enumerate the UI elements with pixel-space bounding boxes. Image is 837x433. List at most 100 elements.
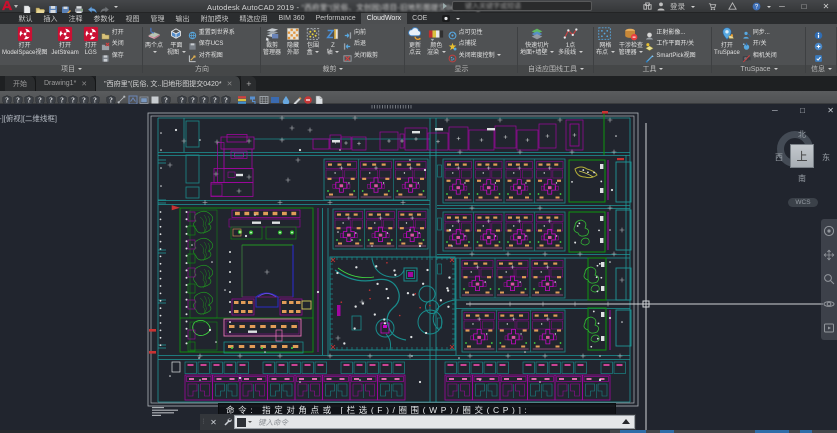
ribbon-button-正射影像...[interactable]: 正射影像... (645, 26, 695, 37)
panel-label-显示[interactable]: 显示 (405, 65, 518, 75)
file-tab-active[interactable]: "西府里"(民俗, 文..旧地形图提交0420*✕ (96, 76, 241, 91)
toolbar-qm-button-15[interactable]: ? (161, 92, 171, 102)
file-tab-开始[interactable]: 开始 (5, 76, 36, 91)
ribbon-button-包围盒[interactable]: 包围盒 (303, 24, 323, 58)
toolbar-t-paint-button-24[interactable] (248, 92, 258, 102)
toolbar-t-dim-button-11[interactable] (117, 92, 127, 102)
search-binoculars-icon[interactable] (643, 2, 652, 11)
ribbon-tab-参数化[interactable]: 参数化 (88, 13, 120, 24)
viewport-controls-label[interactable]: [-][俯视][二维线框] (0, 113, 57, 124)
smartpick-icon[interactable] (645, 54, 654, 63)
toolbar-qm-button-5[interactable]: ? (57, 92, 67, 102)
leica-icon[interactable] (57, 26, 73, 42)
panel-label-TruSpace[interactable]: TruSpace (712, 65, 806, 75)
ribbon-button-打开[interactable]: 打开 (101, 26, 124, 37)
qat-open-file-button[interactable] (35, 2, 45, 12)
qat-save-button[interactable] (48, 2, 58, 12)
ribbon-button-关闭裁剪[interactable]: 关闭裁剪 (343, 49, 378, 60)
nav-zoom-icon[interactable] (823, 273, 835, 285)
ribbon-button-快速切片地面+墙壁[interactable]: 快速切片地面+墙壁 (518, 24, 556, 58)
ribbon-button-SmartPick视图[interactable]: SmartPick视图 (645, 49, 695, 60)
panel-label-项目[interactable]: 项目 (0, 65, 143, 75)
qat-redo-button[interactable] (100, 2, 110, 12)
panel-label-信息[interactable]: 信息 (806, 65, 837, 75)
ribbon-tab-COE[interactable]: COE (407, 13, 433, 24)
ribbon-tab-Performance[interactable]: Performance (310, 13, 361, 24)
toolbar-qm-button-17[interactable]: ? (177, 92, 187, 102)
toolbar-t-page-button-30[interactable] (314, 92, 324, 102)
leica-icon[interactable] (17, 26, 33, 42)
ribbon-tab-注释[interactable]: 注释 (63, 13, 88, 24)
ribbon-button-打开ModelSpace视图[interactable]: 打开ModelSpace视图 (0, 24, 49, 58)
search-arrow-icon[interactable] (443, 3, 447, 9)
ribbon-button-重置到世界系[interactable]: 重置到世界系 (188, 26, 235, 37)
toolbar-qm-button-19[interactable]: ? (199, 92, 209, 102)
cart-icon[interactable] (708, 2, 717, 11)
command-dock-grip[interactable]: ⋮ (200, 420, 207, 425)
ribbon-button-网格布点[interactable]: 网格布点 (594, 24, 617, 58)
autocad-logo-icon[interactable] (1, 0, 13, 11)
gridpts-icon[interactable] (597, 26, 613, 42)
new-drawing-tab-button[interactable]: + (241, 76, 256, 91)
help-icon[interactable]: ? (752, 2, 761, 11)
panel-label-方向[interactable]: 方向 (143, 65, 261, 75)
ribbon-button-干涉检查管理器[interactable]: 干涉检查管理器 (617, 24, 646, 58)
alignview-icon[interactable] (188, 54, 197, 63)
qat-dropdown-caret[interactable] (114, 6, 118, 8)
toolbar-qm-button-10[interactable]: ? (106, 92, 116, 102)
ribbon-button-1点多段线[interactable]: 1点多段线 (556, 24, 585, 58)
ribbon-button-同步...[interactable]: 同步... (742, 26, 777, 37)
command-close-button[interactable]: ✕ (207, 418, 220, 427)
ribbon-button-颜色渲染[interactable]: 颜色渲染 (425, 24, 448, 58)
toolbar-qm-button-6[interactable]: ? (68, 92, 78, 102)
toolbar-t-box-button-13[interactable] (139, 92, 149, 102)
qat-new-file-button[interactable] (22, 2, 32, 12)
ribbon-button-打开TruSpace[interactable]: 打开TruSpace (712, 24, 742, 58)
ribbon-button-两个点[interactable]: 两个点 (143, 24, 165, 58)
nav-pan-icon[interactable] (823, 249, 835, 261)
viewcube-wcs-menu[interactable]: WCS (788, 198, 818, 207)
interf-icon[interactable] (623, 26, 639, 42)
ribbon-button-点捕捉[interactable]: 点捕捉 (448, 38, 502, 49)
ribbon-tab-管理[interactable]: 管理 (145, 13, 170, 24)
pin-icon[interactable] (719, 26, 735, 42)
ribbon-tab-插入[interactable]: 插入 (38, 13, 63, 24)
toolbar-qm-button-2[interactable]: ? (24, 92, 34, 102)
infocenter-search-input[interactable]: 键入关键字或短语 (452, 1, 592, 11)
ribbon-button-点可见性[interactable]: 点可见性 (448, 26, 502, 37)
ribbon-tab-CloudWorx[interactable]: CloudWorx (361, 13, 407, 24)
ribbon-button-平面视图[interactable]: 平面视图 (165, 24, 188, 58)
viewcube[interactable]: 北 西 上 东 南 WCS (771, 124, 837, 214)
ribbon-button-打开LGS[interactable]: 打开LGS (81, 24, 101, 58)
toolbar-qm-button-21[interactable]: ? (221, 92, 231, 102)
qat-undo-button[interactable] (87, 2, 97, 12)
viewcube-east-label[interactable]: 东 (822, 152, 830, 163)
doc-minimize-button[interactable]: ─ (772, 106, 778, 115)
signin-label[interactable]: 登录 (670, 1, 685, 12)
ribbon-button-关闭密度控制[interactable]: 关闭密度控制 (448, 49, 502, 60)
cloudupd-icon[interactable] (407, 26, 423, 42)
info3-icon[interactable] (814, 54, 823, 63)
logo-dropdown-caret[interactable] (14, 5, 18, 8)
toolbar-qm-button-3[interactable]: ? (35, 92, 45, 102)
toolbar-qm-button-8[interactable]: ? (90, 92, 100, 102)
ribbon-button-info1[interactable] (814, 26, 825, 37)
fencebox-icon[interactable] (305, 26, 321, 42)
signin-caret[interactable] (691, 6, 695, 8)
command-icon[interactable] (237, 418, 246, 427)
doc-close-button[interactable]: ✕ (827, 106, 834, 115)
viewcube-west-label[interactable]: 西 (775, 152, 783, 163)
toolbar-qm-button-20[interactable]: ? (210, 92, 220, 102)
qat-save-as-button[interactable] (61, 2, 71, 12)
ribbon-button-Z轴[interactable]: Z轴 (323, 24, 343, 58)
toolbar-t-sq-button-14[interactable] (150, 92, 160, 102)
doc-restore-button[interactable]: □ (800, 106, 805, 115)
ribbon-button-对齐视图[interactable]: 对齐视图 (188, 49, 235, 60)
ribbon-tab-附加模块[interactable]: 附加模块 (195, 13, 234, 24)
poly1-icon[interactable] (563, 26, 579, 42)
toolbar-t-layers-button-23[interactable] (237, 92, 247, 102)
ribbon-button-工作平面开/关[interactable]: 工作平面开/关 (645, 38, 695, 49)
ribbon-tab-视图[interactable]: 视图 (120, 13, 145, 24)
colorbar-icon[interactable] (428, 26, 444, 42)
ribbon-button-向前[interactable]: 向前 (343, 26, 378, 37)
